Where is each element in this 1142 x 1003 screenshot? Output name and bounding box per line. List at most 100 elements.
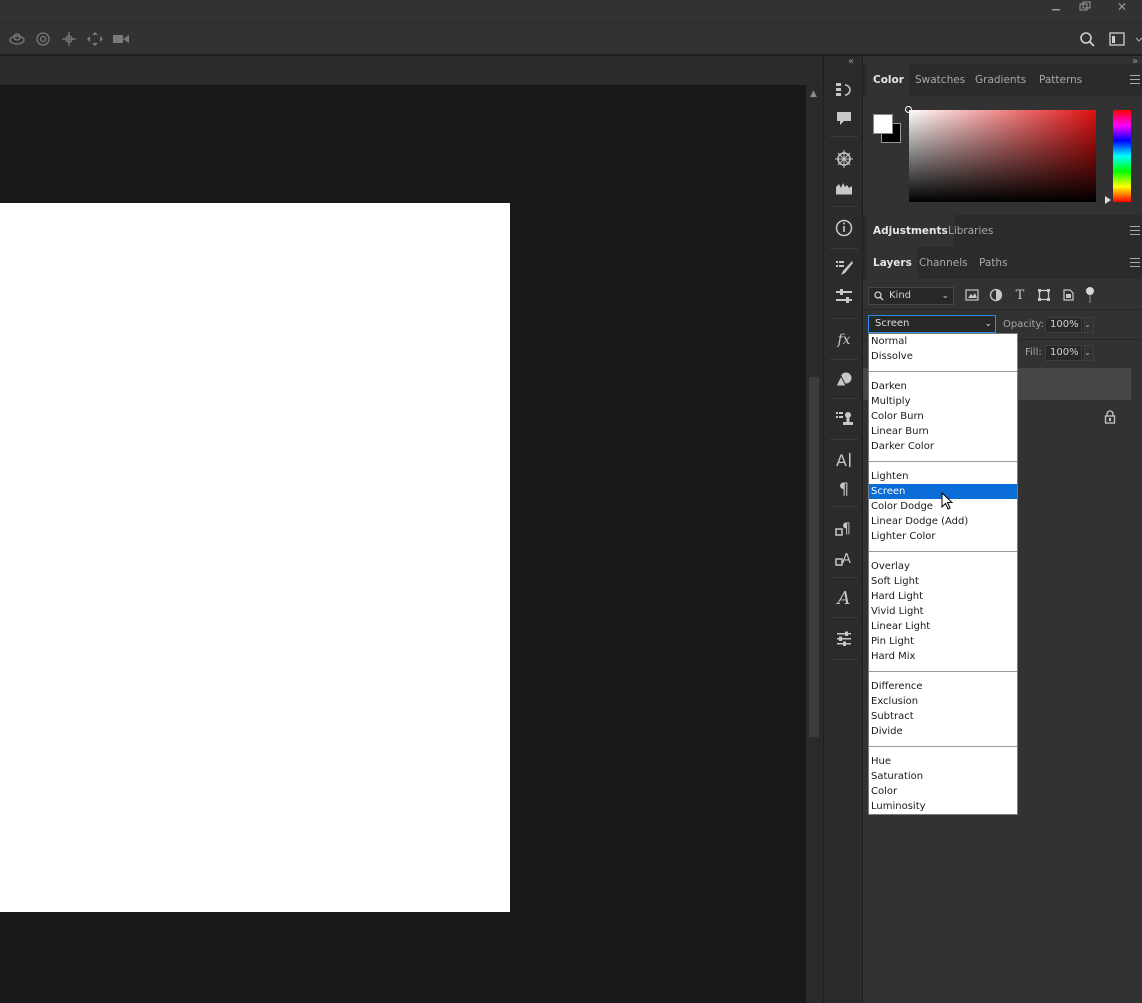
tab-patterns[interactable]: Patterns bbox=[1033, 64, 1088, 96]
blend-option[interactable]: Darken bbox=[869, 379, 1017, 394]
scale-3d-video-icon[interactable] bbox=[112, 31, 130, 47]
roll-3d-icon[interactable] bbox=[34, 31, 52, 47]
blend-option[interactable]: Subtract bbox=[869, 709, 1017, 724]
options-bar bbox=[0, 22, 1142, 55]
tab-libraries[interactable]: Libraries bbox=[942, 215, 999, 247]
image-filter-icon[interactable] bbox=[964, 288, 980, 304]
blend-option[interactable]: Divide bbox=[869, 724, 1017, 739]
blend-option[interactable]: Hard Mix bbox=[869, 649, 1017, 664]
smart-object-filter-icon[interactable] bbox=[1060, 288, 1076, 304]
blend-option[interactable]: Normal bbox=[869, 334, 1017, 349]
canvas-area[interactable] bbox=[0, 85, 806, 1003]
blend-mode-select[interactable]: Screen ⌄ bbox=[868, 315, 996, 333]
photoshop-window: ✕ ▲ « fx A ¶ ¶ A A » Color Swatches Grad… bbox=[0, 0, 1142, 1003]
color-picker-cursor[interactable] bbox=[905, 106, 912, 113]
panel-menu-icon[interactable] bbox=[1130, 226, 1140, 235]
comment-icon[interactable] bbox=[833, 107, 855, 129]
svg-text:A: A bbox=[836, 451, 847, 470]
blend-option[interactable]: Soft Light bbox=[869, 574, 1017, 589]
adjustment-filter-icon[interactable] bbox=[988, 288, 1004, 304]
opacity-field[interactable]: 100% bbox=[1045, 317, 1085, 333]
blend-option[interactable]: Lighter Color bbox=[869, 529, 1017, 544]
document-tab-strip bbox=[0, 56, 823, 85]
collapse-left-icon[interactable]: « bbox=[848, 56, 854, 67]
slide-3d-icon[interactable] bbox=[86, 31, 104, 47]
opacity-dropdown-icon[interactable]: ⌄ bbox=[1081, 317, 1094, 333]
shape-filter-icon[interactable] bbox=[1036, 288, 1052, 304]
adjustments-panel-tabs: Adjustments Libraries bbox=[863, 215, 1142, 247]
blend-option[interactable]: Dissolve bbox=[869, 349, 1017, 364]
paragraph-icon[interactable]: ¶ bbox=[833, 477, 855, 499]
blend-option[interactable]: Multiply bbox=[869, 394, 1017, 409]
lock-icon[interactable] bbox=[1104, 409, 1116, 424]
navigator-icon[interactable] bbox=[833, 148, 855, 170]
brush-icon[interactable] bbox=[833, 257, 855, 279]
svg-text:¶: ¶ bbox=[842, 521, 851, 537]
blend-option[interactable]: Pin Light bbox=[869, 634, 1017, 649]
tab-layers[interactable]: Layers bbox=[867, 247, 918, 279]
vertical-scrollbar[interactable]: ▲ bbox=[806, 85, 823, 1003]
filter-toggle-switch[interactable] bbox=[1086, 287, 1094, 303]
tab-channels[interactable]: Channels bbox=[913, 247, 974, 279]
paragraph-styles-icon[interactable]: ¶ bbox=[833, 517, 855, 539]
orbit-3d-icon[interactable] bbox=[8, 31, 26, 47]
histogram-icon[interactable] bbox=[833, 176, 855, 198]
blend-option[interactable]: Color bbox=[869, 784, 1017, 799]
tab-gradients[interactable]: Gradients bbox=[969, 64, 1032, 96]
properties-icon[interactable] bbox=[833, 628, 855, 650]
history-icon[interactable] bbox=[833, 79, 855, 101]
mouse-pointer-icon bbox=[941, 491, 955, 512]
opacity-label: Opacity: bbox=[1003, 319, 1045, 330]
panel-menu-icon[interactable] bbox=[1130, 75, 1140, 84]
type-filter-icon[interactable]: T bbox=[1012, 288, 1028, 304]
blend-option[interactable]: Darker Color bbox=[869, 439, 1017, 454]
blend-option[interactable]: Linear Dodge (Add) bbox=[869, 514, 1017, 529]
hue-slider[interactable] bbox=[1113, 110, 1131, 202]
blend-option[interactable]: Hue bbox=[869, 754, 1017, 769]
drag-3d-icon[interactable] bbox=[60, 31, 78, 47]
blend-option[interactable]: Hard Light bbox=[869, 589, 1017, 604]
character-styles-icon[interactable]: A bbox=[833, 547, 855, 569]
blend-mode-value: Screen bbox=[875, 318, 910, 329]
panel-menu-icon[interactable] bbox=[1130, 258, 1140, 267]
restore-icon[interactable] bbox=[1075, 0, 1095, 14]
blend-option[interactable]: Exclusion bbox=[869, 694, 1017, 709]
tab-adjustments[interactable]: Adjustments bbox=[867, 215, 954, 247]
blend-option[interactable]: Overlay bbox=[869, 559, 1017, 574]
title-bar: ✕ bbox=[0, 0, 1142, 22]
blend-option[interactable]: Luminosity bbox=[869, 799, 1017, 814]
tab-paths[interactable]: Paths bbox=[973, 247, 1014, 279]
chevron-down-icon: ⌄ bbox=[984, 319, 992, 329]
color-panel bbox=[863, 96, 1142, 222]
blend-option[interactable]: Color Burn bbox=[869, 409, 1017, 424]
color-picker-field[interactable] bbox=[905, 106, 1096, 202]
tab-color[interactable]: Color bbox=[867, 64, 910, 96]
styles-fx-icon[interactable]: fx bbox=[833, 329, 855, 351]
minimize-icon[interactable] bbox=[1046, 0, 1066, 14]
scroll-up-icon[interactable]: ▲ bbox=[810, 89, 817, 99]
glyphs-icon[interactable]: A bbox=[833, 587, 855, 609]
blend-option[interactable]: Linear Burn bbox=[869, 424, 1017, 439]
fill-dropdown-icon[interactable]: ⌄ bbox=[1081, 345, 1094, 361]
foreground-color-swatch[interactable] bbox=[873, 114, 893, 134]
workspace-icon[interactable] bbox=[1108, 31, 1142, 47]
blend-option[interactable]: Linear Light bbox=[869, 619, 1017, 634]
brush-settings-icon[interactable] bbox=[833, 286, 855, 308]
close-icon[interactable]: ✕ bbox=[1112, 0, 1132, 14]
hue-marker[interactable] bbox=[1105, 196, 1111, 204]
tab-swatches[interactable]: Swatches bbox=[909, 64, 971, 96]
clone-source-icon[interactable] bbox=[833, 408, 855, 430]
kind-filter-select[interactable]: Kind ⌄ bbox=[868, 287, 954, 305]
blend-option[interactable]: Vivid Light bbox=[869, 604, 1017, 619]
info-icon[interactable] bbox=[833, 217, 855, 239]
blend-option[interactable]: Difference bbox=[869, 679, 1017, 694]
kind-filter-label: Kind bbox=[889, 290, 912, 301]
search-icon[interactable] bbox=[1079, 31, 1097, 47]
blend-option[interactable]: Saturation bbox=[869, 769, 1017, 784]
fill-field[interactable]: 100% bbox=[1045, 345, 1085, 361]
document-canvas[interactable] bbox=[0, 203, 510, 912]
shapes-icon[interactable] bbox=[833, 368, 855, 390]
character-icon[interactable]: A bbox=[833, 449, 855, 471]
scrollbar-thumb[interactable] bbox=[809, 377, 819, 737]
blend-option[interactable]: Lighten bbox=[869, 469, 1017, 484]
